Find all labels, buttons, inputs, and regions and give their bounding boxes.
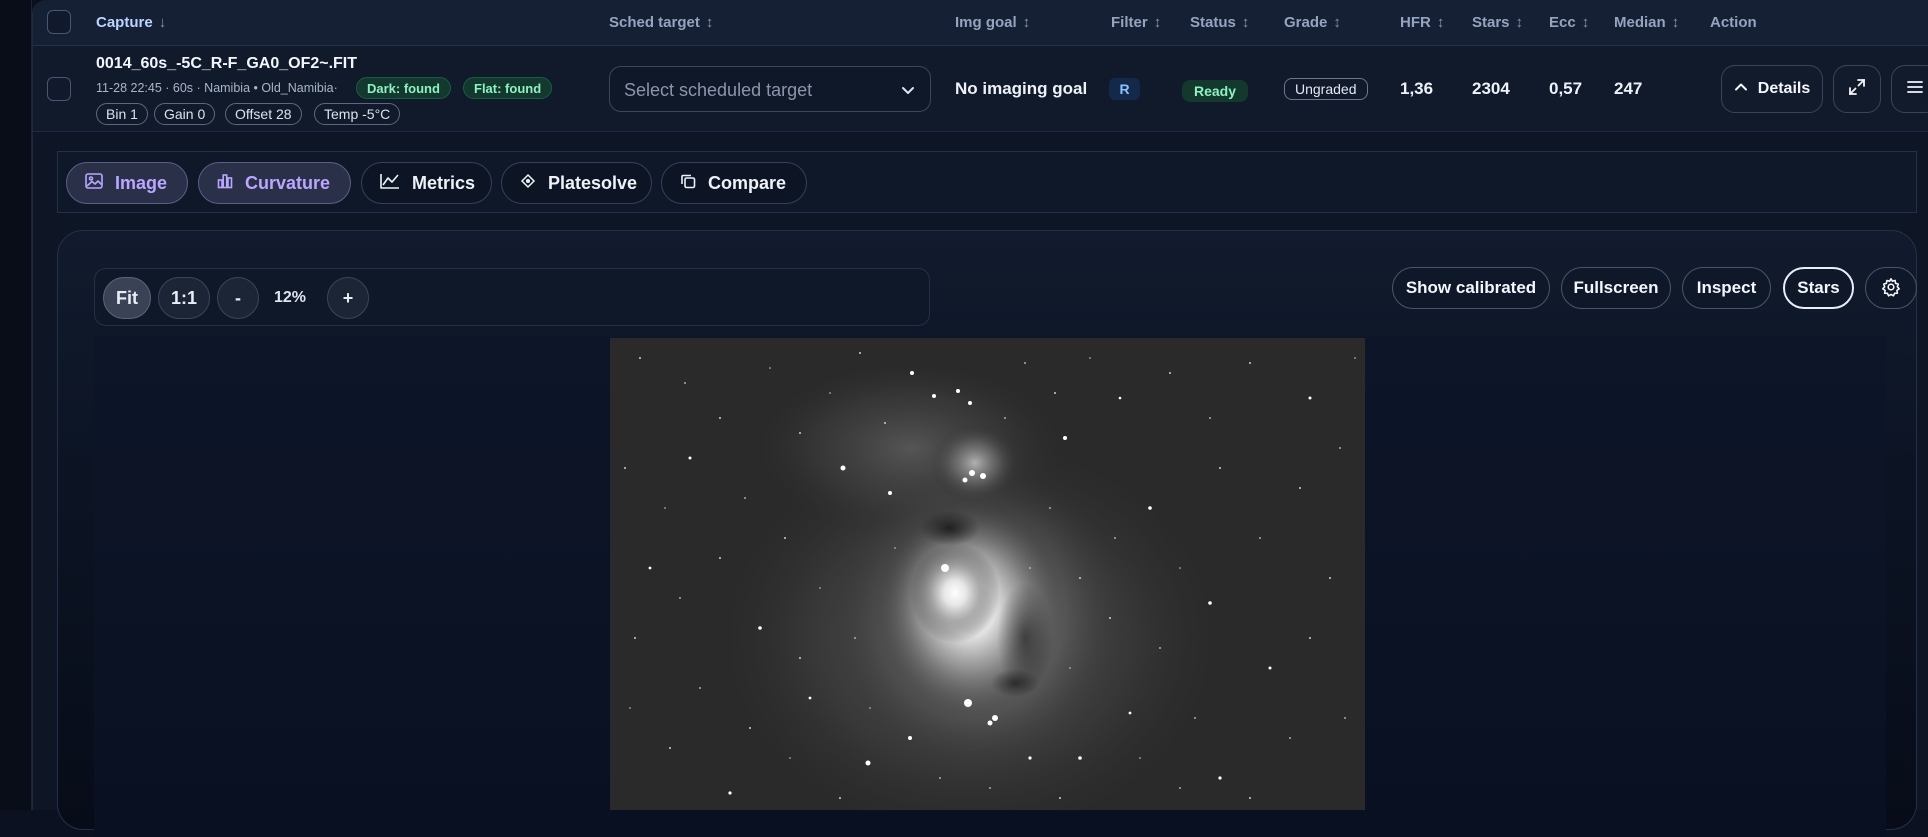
- chevron-up-icon: [1734, 80, 1748, 99]
- table-row[interactable]: 0014_60s_-5C_R-F_GA0_OF2~.FIT 11-28 22:4…: [33, 46, 1928, 132]
- stars-button[interactable]: Stars: [1783, 267, 1854, 309]
- tab-curvature-label: Curvature: [245, 172, 331, 193]
- fullscreen-button[interactable]: Fullscreen: [1561, 267, 1671, 309]
- img-goal-value: No imaging goal: [955, 79, 1088, 98]
- curvature-icon: [217, 173, 233, 194]
- gear-icon: [1881, 278, 1901, 301]
- tab-image[interactable]: Image: [66, 162, 188, 204]
- sort-icon: ↕: [705, 14, 714, 31]
- menu-button[interactable]: [1891, 65, 1928, 113]
- app-root: Capture ↓ Sched target ↕ Img goal ↕ Filter ↕…: [0, 0, 1928, 837]
- sort-icon: ↕: [1671, 14, 1680, 31]
- sort-icon: ↕: [1333, 14, 1341, 31]
- capture-image[interactable]: [610, 338, 1365, 810]
- tab-platesolve[interactable]: Platesolve: [501, 162, 652, 204]
- metrics-icon: [380, 173, 400, 194]
- filter-badge: R: [1109, 78, 1140, 100]
- column-header-stars[interactable]: Stars ↕: [1472, 14, 1523, 31]
- viewer-settings-button[interactable]: [1865, 267, 1917, 309]
- tag-offset: Offset 28: [225, 103, 302, 125]
- tab-compare[interactable]: Compare: [661, 162, 807, 204]
- zoom-level: 12%: [274, 289, 307, 306]
- details-toggle-button[interactable]: Details: [1721, 65, 1823, 113]
- hamburger-menu-icon: [1906, 78, 1924, 101]
- ecc-value: 0,57: [1549, 79, 1583, 98]
- column-header-sched-target[interactable]: Sched target ↕: [609, 14, 713, 31]
- stars-value: 2304: [1472, 79, 1510, 98]
- expand-icon: [1848, 78, 1866, 101]
- left-sidebar-strip: [0, 0, 32, 810]
- detail-tab-bar: Image Curvature Metrics Platesolve Compa…: [57, 151, 1917, 213]
- grade-badge[interactable]: Ungraded: [1284, 78, 1368, 100]
- column-header-median[interactable]: Median ↕: [1614, 14, 1679, 31]
- column-header-ecc[interactable]: Ecc ↕: [1549, 14, 1589, 31]
- show-calibrated-button[interactable]: Show calibrated: [1392, 267, 1550, 309]
- column-header-grade[interactable]: Grade ↕: [1284, 14, 1341, 31]
- median-value: 247: [1614, 79, 1643, 98]
- column-header-img-goal[interactable]: Img goal ↕: [955, 14, 1030, 31]
- tab-compare-label: Compare: [708, 172, 787, 193]
- sort-icon: ↕: [1436, 14, 1445, 31]
- tag-gain: Gain 0: [154, 103, 216, 125]
- column-header-capture[interactable]: Capture ↓: [96, 14, 166, 31]
- zoom-toolbar: Fit 1:1 - 12% +: [94, 268, 930, 326]
- sort-icon: ↕: [1241, 14, 1250, 31]
- table-header: Capture ↓ Sched target ↕ Img goal ↕ Filter ↕…: [33, 0, 1928, 46]
- details-label: Details: [1757, 80, 1811, 97]
- zoom-1to1-button[interactable]: 1:1: [158, 277, 210, 319]
- hfr-value: 1,36: [1400, 79, 1434, 98]
- compare-icon: [680, 173, 696, 194]
- tab-metrics[interactable]: Metrics: [361, 162, 492, 204]
- tab-metrics-label: Metrics: [412, 172, 476, 193]
- column-header-filter[interactable]: Filter ↕: [1111, 14, 1161, 31]
- column-header-action: Action: [1710, 14, 1757, 31]
- tab-curvature[interactable]: Curvature: [198, 162, 351, 204]
- column-header-hfr[interactable]: HFR ↕: [1400, 14, 1444, 31]
- dark-found-badge: Dark: found: [356, 77, 451, 99]
- sort-icon: ↕: [1581, 14, 1590, 31]
- capture-meta: 11-28 22:45 · 60s · Namibia • Old_Namibi…: [96, 81, 338, 95]
- zoom-fit-button[interactable]: Fit: [103, 277, 151, 319]
- sort-icon: ↕: [1153, 14, 1162, 31]
- nebula-image: [610, 338, 1365, 810]
- image-icon: [85, 172, 103, 194]
- flat-found-badge: Flat: found: [463, 77, 553, 99]
- row-select-checkbox[interactable]: [47, 77, 71, 101]
- tab-platesolve-label: Platesolve: [548, 172, 638, 193]
- sort-icon: ↕: [1022, 14, 1031, 31]
- column-header-status[interactable]: Status ↕: [1190, 14, 1249, 31]
- chevron-down-icon: [900, 82, 916, 103]
- zoom-in-button[interactable]: +: [327, 277, 369, 319]
- tag-bin: Bin 1: [96, 103, 148, 125]
- expand-button[interactable]: [1833, 65, 1881, 113]
- platesolve-icon: [520, 173, 536, 194]
- scheduled-target-select[interactable]: Select scheduled target: [609, 66, 931, 112]
- scheduled-target-placeholder: Select scheduled target: [624, 80, 813, 100]
- capture-filename[interactable]: 0014_60s_-5C_R-F_GA0_OF2~.FIT: [96, 55, 357, 73]
- sort-icon: ↕: [1515, 14, 1524, 31]
- select-all-checkbox[interactable]: [47, 10, 71, 34]
- tab-image-label: Image: [115, 172, 168, 193]
- status-badge: Ready: [1182, 80, 1249, 102]
- tag-temp: Temp -5°C: [314, 103, 401, 125]
- inspect-button[interactable]: Inspect: [1682, 267, 1771, 309]
- sort-desc-icon: ↓: [158, 14, 167, 31]
- zoom-out-button[interactable]: -: [217, 277, 259, 319]
